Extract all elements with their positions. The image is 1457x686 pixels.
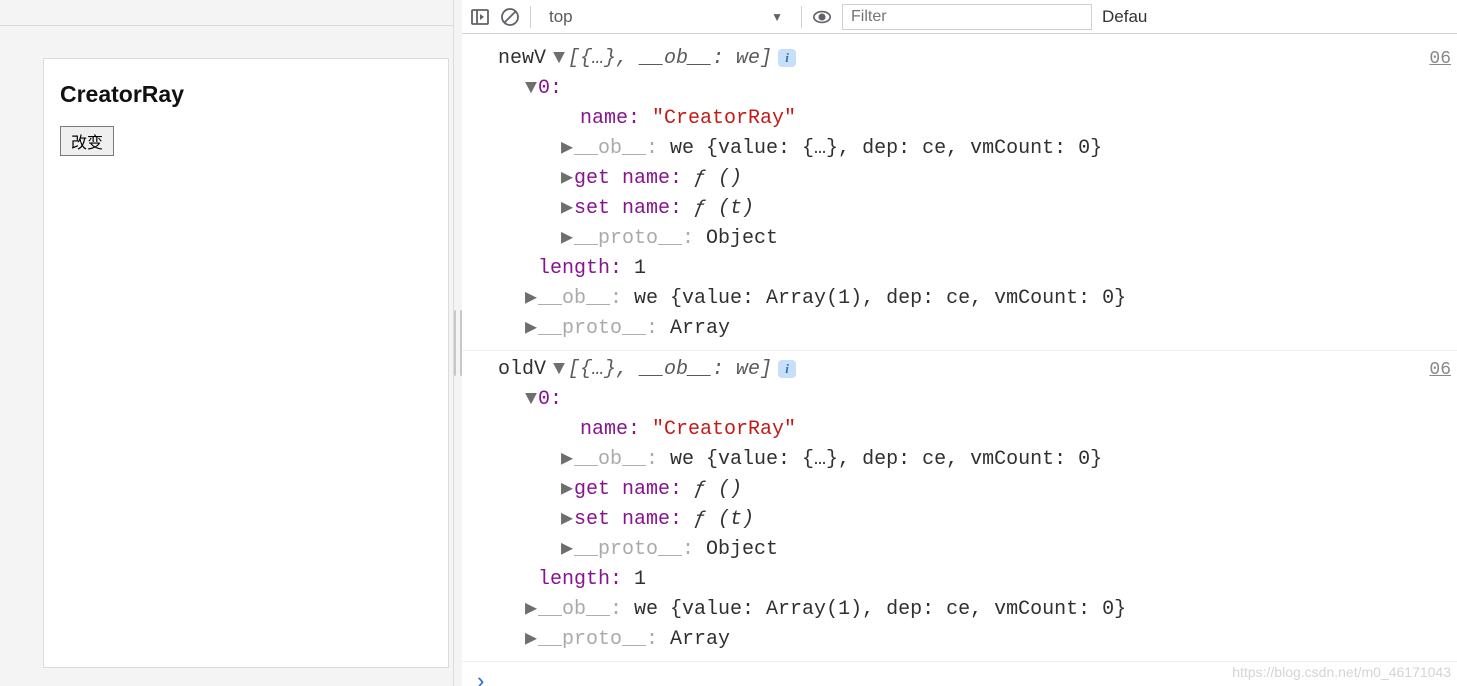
preview-title: CreatorRay <box>60 81 432 108</box>
source-link[interactable]: 06 <box>1429 357 1451 384</box>
object-key[interactable]: 0: <box>538 388 562 411</box>
object-value: "CreatorRay" <box>652 418 796 441</box>
expand-arrow-icon[interactable]: ▶ <box>560 224 574 254</box>
context-selector-value: top <box>549 7 573 27</box>
console-filter-input[interactable] <box>842 4 1092 30</box>
source-link[interactable]: 06 <box>1429 46 1451 73</box>
context-selector[interactable]: top ▼ <box>541 4 791 30</box>
object-key[interactable]: __ob__: <box>538 287 622 310</box>
preview-pane: CreatorRay 改变 <box>0 0 454 686</box>
console-output: newV ▼ [{…}, __ob__: we] i 06 ▼0: name: … <box>462 34 1457 686</box>
pane-splitter[interactable] <box>454 0 462 686</box>
info-badge-icon[interactable]: i <box>778 49 796 67</box>
console-message: newV ▼ [{…}, __ob__: we] i 06 ▼0: name: … <box>462 40 1457 351</box>
variable-label: oldV <box>498 355 546 385</box>
object-value: Object <box>706 538 778 561</box>
devtools-pane: top ▼ Defau newV ▼ [{…}, __ob__: we] i 0… <box>462 0 1457 686</box>
object-key: name: <box>580 418 640 441</box>
object-value: ƒ (t) <box>694 197 754 220</box>
chevron-down-icon: ▼ <box>771 10 783 24</box>
object-value: we {value: Array(1), dep: ce, vmCount: 0… <box>634 287 1126 310</box>
expand-arrow-icon[interactable]: ▼ <box>552 355 566 385</box>
object-key[interactable]: get name: <box>574 167 682 190</box>
object-value: ƒ () <box>694 167 742 190</box>
object-key[interactable]: __proto__: <box>538 628 658 651</box>
expand-arrow-icon[interactable]: ▶ <box>524 314 538 344</box>
object-value: "CreatorRay" <box>652 107 796 130</box>
clear-console-icon[interactable] <box>500 7 520 27</box>
console-message: oldV ▼ [{…}, __ob__: we] i 06 ▼0: name: … <box>462 351 1457 662</box>
object-key[interactable]: set name: <box>574 508 682 531</box>
expand-arrow-icon[interactable]: ▶ <box>524 595 538 625</box>
expand-arrow-icon[interactable]: ▼ <box>524 74 538 104</box>
object-key[interactable]: __proto__: <box>538 317 658 340</box>
object-value: 1 <box>634 568 646 591</box>
devtools-toolbar: top ▼ Defau <box>462 0 1457 34</box>
object-key[interactable]: __proto__: <box>574 538 694 561</box>
object-value: we {value: {…}, dep: ce, vmCount: 0} <box>670 448 1102 471</box>
object-value: we {value: Array(1), dep: ce, vmCount: 0… <box>634 598 1126 621</box>
object-key[interactable]: get name: <box>574 478 682 501</box>
object-key: length: <box>538 568 622 591</box>
object-value: ƒ (t) <box>694 508 754 531</box>
object-value: we {value: {…}, dep: ce, vmCount: 0} <box>670 137 1102 160</box>
object-key[interactable]: __ob__: <box>574 137 658 160</box>
object-value: Object <box>706 227 778 250</box>
expand-arrow-icon[interactable]: ▶ <box>524 625 538 655</box>
preview-topbar <box>0 0 453 26</box>
object-value: Array <box>670 628 730 651</box>
expand-arrow-icon[interactable]: ▶ <box>560 535 574 565</box>
live-expression-icon[interactable] <box>812 7 832 27</box>
object-value: ƒ () <box>694 478 742 501</box>
toolbar-divider <box>530 6 531 28</box>
object-key: name: <box>580 107 640 130</box>
change-button[interactable]: 改变 <box>60 126 114 156</box>
object-key[interactable]: 0: <box>538 77 562 100</box>
splitter-grip-icon <box>454 310 462 376</box>
expand-arrow-icon[interactable]: ▶ <box>560 445 574 475</box>
object-summary[interactable]: [{…}, __ob__: we] <box>568 44 772 74</box>
preview-card: CreatorRay 改变 <box>43 58 449 668</box>
toolbar-divider <box>801 6 802 28</box>
object-value: Array <box>670 317 730 340</box>
object-key[interactable]: __proto__: <box>574 227 694 250</box>
expand-arrow-icon[interactable]: ▼ <box>524 385 538 415</box>
object-key: length: <box>538 257 622 280</box>
object-summary[interactable]: [{…}, __ob__: we] <box>568 355 772 385</box>
console-prompt[interactable]: › <box>462 662 1457 686</box>
sidebar-toggle-icon[interactable] <box>470 7 490 27</box>
expand-arrow-icon[interactable]: ▶ <box>560 134 574 164</box>
expand-arrow-icon[interactable]: ▶ <box>560 164 574 194</box>
object-key[interactable]: __ob__: <box>538 598 622 621</box>
object-value: 1 <box>634 257 646 280</box>
expand-arrow-icon[interactable]: ▶ <box>560 505 574 535</box>
log-levels-label[interactable]: Defau <box>1102 7 1147 27</box>
expand-arrow-icon[interactable]: ▶ <box>560 194 574 224</box>
object-key[interactable]: set name: <box>574 197 682 220</box>
expand-arrow-icon[interactable]: ▼ <box>552 44 566 74</box>
variable-label: newV <box>498 44 546 74</box>
expand-arrow-icon[interactable]: ▶ <box>560 475 574 505</box>
expand-arrow-icon[interactable]: ▶ <box>524 284 538 314</box>
object-key[interactable]: __ob__: <box>574 448 658 471</box>
info-badge-icon[interactable]: i <box>778 360 796 378</box>
